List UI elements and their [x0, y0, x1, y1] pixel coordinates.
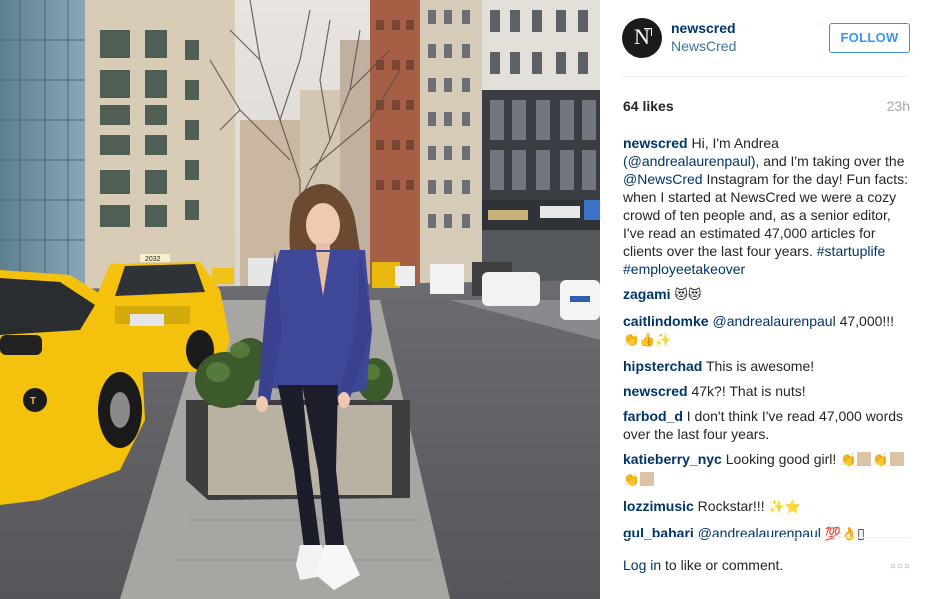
- comment-text: This is awesome!: [702, 358, 815, 374]
- emoji-icon: 😻😻: [674, 288, 702, 303]
- comment-link[interactable]: @andrealaurenpaul: [698, 525, 821, 541]
- post-side-panel: N newscred NewsCred FOLLOW 64 likes 23h …: [600, 0, 932, 599]
- comment-username[interactable]: newscred: [623, 383, 688, 399]
- comments-list: newscred Hi, I'm Andrea (@andrealaurenpa…: [623, 134, 913, 551]
- post-header: N newscred NewsCred FOLLOW: [622, 18, 910, 58]
- skin-tone-icon: [640, 472, 655, 486]
- comment-item: hipsterchad This is awesome!: [623, 357, 913, 375]
- comment-item: newscred Hi, I'm Andrea (@andrealaurenpa…: [623, 134, 913, 278]
- comment-text: 47k?! That is nuts!: [687, 383, 806, 399]
- likes-count[interactable]: 64 likes: [623, 98, 674, 114]
- comment-item: zagami 😻😻: [623, 285, 913, 305]
- comment-item: katieberry_nyc Looking good girl! 👏 👏 👏: [623, 450, 913, 490]
- comment-text: Looking good girl!: [721, 451, 841, 467]
- emoji-icon: ✨⭐: [768, 500, 801, 515]
- emoji-icon: 👏: [872, 453, 889, 468]
- follow-button[interactable]: FOLLOW: [829, 23, 910, 53]
- more-options-icon[interactable]: ○○○: [890, 561, 911, 572]
- comment-username[interactable]: gul_bahari: [623, 525, 694, 541]
- skin-tone-icon: [889, 452, 904, 466]
- comment-username[interactable]: hipsterchad: [623, 358, 702, 374]
- comment-text: , and I'm taking over the: [755, 153, 905, 169]
- comment-link[interactable]: #startuplife: [817, 243, 885, 259]
- emoji-icon: 👏: [623, 473, 640, 488]
- comment-text: 47,000!!!: [835, 313, 895, 329]
- comment-link[interactable]: @NewsCred: [623, 171, 703, 187]
- skin-tone-icon: [857, 452, 872, 466]
- comment-username[interactable]: newscred: [623, 135, 688, 151]
- post-photo[interactable]: T 2032: [0, 0, 600, 599]
- login-prompt: Log in to like or comment.: [623, 557, 783, 573]
- comment-link[interactable]: #employeetakeover: [623, 261, 745, 277]
- comment-item: lozzimusic Rockstar!!! ✨⭐: [623, 497, 913, 517]
- comment-item: newscred 47k?! That is nuts!: [623, 382, 913, 400]
- account-username[interactable]: newscred: [671, 20, 736, 36]
- comment-text: Hi, I'm Andrea: [687, 135, 779, 151]
- comment-username[interactable]: lozzimusic: [623, 498, 694, 514]
- comment-username[interactable]: farbod_d: [623, 408, 683, 424]
- emoji-icon: 💯👌: [824, 527, 858, 542]
- login-suffix: to like or comment.: [661, 557, 784, 573]
- footer-divider: [622, 537, 910, 538]
- comment-text: Rockstar!!!: [693, 498, 769, 514]
- emoji-icon: 👏👍✨: [623, 333, 672, 348]
- comment-link[interactable]: @andrealaurenpaul: [712, 313, 835, 329]
- post-age[interactable]: 23h: [887, 98, 910, 114]
- newscred-logo-icon[interactable]: N: [622, 18, 662, 58]
- comment-item: farbod_d I don't think I've read 47,000 …: [623, 407, 913, 443]
- header-divider: [622, 76, 910, 77]
- comment-text: ▯: [857, 525, 865, 541]
- login-link[interactable]: Log in: [623, 557, 661, 573]
- comment-link[interactable]: (@andrealaurenpaul): [623, 153, 756, 169]
- account-full-name[interactable]: NewsCred: [671, 38, 736, 54]
- comment-item: caitlindomke @andrealaurenpaul 47,000!!!…: [623, 312, 913, 350]
- comment-username[interactable]: zagami: [623, 286, 670, 302]
- comment-item: gul_bahari @andrealaurenpaul 💯👌▯: [623, 524, 913, 544]
- svg-text:T: T: [30, 396, 36, 407]
- comment-username[interactable]: caitlindomke: [623, 313, 709, 329]
- taxi-number: 2032: [145, 256, 161, 263]
- emoji-icon: 👏: [840, 453, 857, 468]
- comment-username[interactable]: katieberry_nyc: [623, 451, 722, 467]
